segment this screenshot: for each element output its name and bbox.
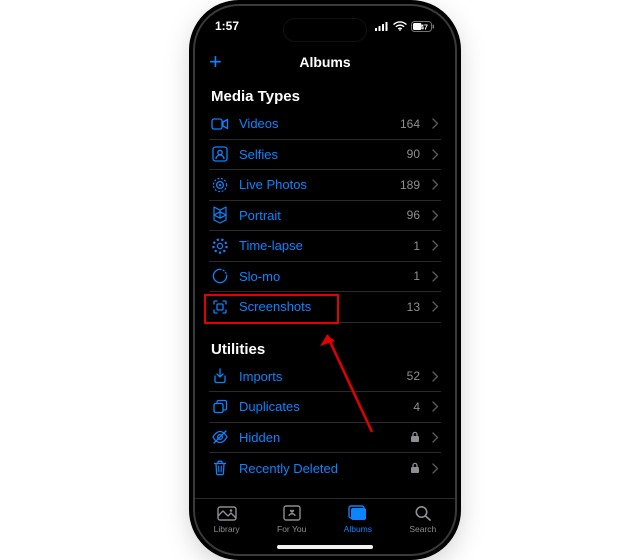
slomo-icon bbox=[211, 267, 229, 285]
chevron-right-icon bbox=[432, 401, 439, 412]
row-timelapse[interactable]: Time-lapse 1 bbox=[209, 231, 441, 262]
portrait-icon bbox=[211, 206, 229, 224]
lock-icon bbox=[410, 431, 420, 443]
row-label: Imports bbox=[239, 369, 397, 384]
row-count: 90 bbox=[407, 147, 420, 161]
trash-icon bbox=[211, 459, 229, 477]
row-count: 52 bbox=[407, 369, 420, 383]
tab-foryou[interactable]: For You bbox=[277, 503, 306, 534]
section-header-media-types: Media Types bbox=[211, 88, 441, 105]
home-indicator bbox=[277, 545, 373, 549]
foryou-icon bbox=[281, 503, 303, 523]
row-count: 13 bbox=[407, 300, 420, 314]
row-label: Slo-mo bbox=[239, 269, 403, 284]
row-count: 4 bbox=[413, 400, 420, 414]
row-label: Selfies bbox=[239, 147, 397, 162]
chevron-right-icon bbox=[432, 210, 439, 221]
navbar-title: Albums bbox=[299, 54, 350, 70]
row-hidden[interactable]: Hidden bbox=[209, 423, 441, 454]
row-label: Live Photos bbox=[239, 177, 390, 192]
status-time: 1:57 bbox=[215, 19, 239, 33]
timelapse-icon bbox=[211, 237, 229, 255]
duplicates-icon bbox=[211, 398, 229, 416]
albums-icon bbox=[347, 503, 369, 523]
tab-search[interactable]: Search bbox=[409, 503, 436, 534]
chevron-right-icon bbox=[432, 271, 439, 282]
chevron-right-icon bbox=[432, 118, 439, 129]
row-screenshots[interactable]: Screenshots 13 bbox=[209, 292, 441, 323]
power-button bbox=[457, 145, 461, 207]
silence-switch bbox=[189, 90, 193, 114]
row-label: Duplicates bbox=[239, 399, 403, 414]
screenshots-icon bbox=[211, 298, 229, 316]
row-duplicates[interactable]: Duplicates 4 bbox=[209, 392, 441, 423]
chevron-right-icon bbox=[432, 179, 439, 190]
row-count: 164 bbox=[400, 117, 420, 131]
chevron-right-icon bbox=[432, 149, 439, 160]
row-count: 96 bbox=[407, 208, 420, 222]
phone-frame: 1:57 47 + Albums Media Types Videos 164 bbox=[195, 6, 455, 554]
volume-down-button bbox=[189, 178, 193, 218]
wifi-icon bbox=[393, 21, 407, 31]
tab-label: Library bbox=[214, 524, 240, 534]
chevron-right-icon bbox=[432, 463, 439, 474]
tab-albums[interactable]: Albums bbox=[344, 503, 372, 534]
hidden-icon bbox=[211, 428, 229, 446]
chevron-right-icon bbox=[432, 301, 439, 312]
section-header-utilities: Utilities bbox=[211, 341, 441, 358]
row-slomo[interactable]: Slo-mo 1 bbox=[209, 262, 441, 293]
battery-icon: 47 bbox=[411, 21, 435, 32]
row-imports[interactable]: Imports 52 bbox=[209, 362, 441, 393]
tab-label: Search bbox=[409, 524, 436, 534]
dynamic-island bbox=[283, 18, 367, 42]
navbar: + Albums bbox=[195, 46, 455, 78]
row-label: Recently Deleted bbox=[239, 461, 400, 476]
tab-label: Albums bbox=[344, 524, 372, 534]
imports-icon bbox=[211, 367, 229, 385]
cellular-icon bbox=[375, 21, 389, 31]
row-recently-deleted[interactable]: Recently Deleted bbox=[209, 453, 441, 484]
row-label: Videos bbox=[239, 116, 390, 131]
row-selfies[interactable]: Selfies 90 bbox=[209, 140, 441, 171]
volume-up-button bbox=[189, 130, 193, 170]
lock-icon bbox=[410, 462, 420, 474]
row-label: Portrait bbox=[239, 208, 397, 223]
chevron-right-icon bbox=[432, 432, 439, 443]
selfies-icon bbox=[211, 145, 229, 163]
tab-library[interactable]: Library bbox=[214, 503, 240, 534]
row-videos[interactable]: Videos 164 bbox=[209, 109, 441, 140]
row-portrait[interactable]: Portrait 96 bbox=[209, 201, 441, 232]
chevron-right-icon bbox=[432, 240, 439, 251]
content[interactable]: Media Types Videos 164 Selfies 90 Live P… bbox=[195, 78, 455, 498]
livephotos-icon bbox=[211, 176, 229, 194]
row-label: Screenshots bbox=[239, 299, 397, 314]
video-icon bbox=[211, 115, 229, 133]
chevron-right-icon bbox=[432, 371, 439, 382]
row-count: 189 bbox=[400, 178, 420, 192]
row-livephotos[interactable]: Live Photos 189 bbox=[209, 170, 441, 201]
library-icon bbox=[216, 503, 238, 523]
row-label: Time-lapse bbox=[239, 238, 403, 253]
add-button[interactable]: + bbox=[209, 51, 222, 73]
tab-label: For You bbox=[277, 524, 306, 534]
row-count: 1 bbox=[413, 269, 420, 283]
svg-text:47: 47 bbox=[420, 24, 428, 31]
row-count: 1 bbox=[413, 239, 420, 253]
search-icon bbox=[412, 503, 434, 523]
row-label: Hidden bbox=[239, 430, 400, 445]
screen: + Albums Media Types Videos 164 Selfies … bbox=[195, 6, 455, 554]
